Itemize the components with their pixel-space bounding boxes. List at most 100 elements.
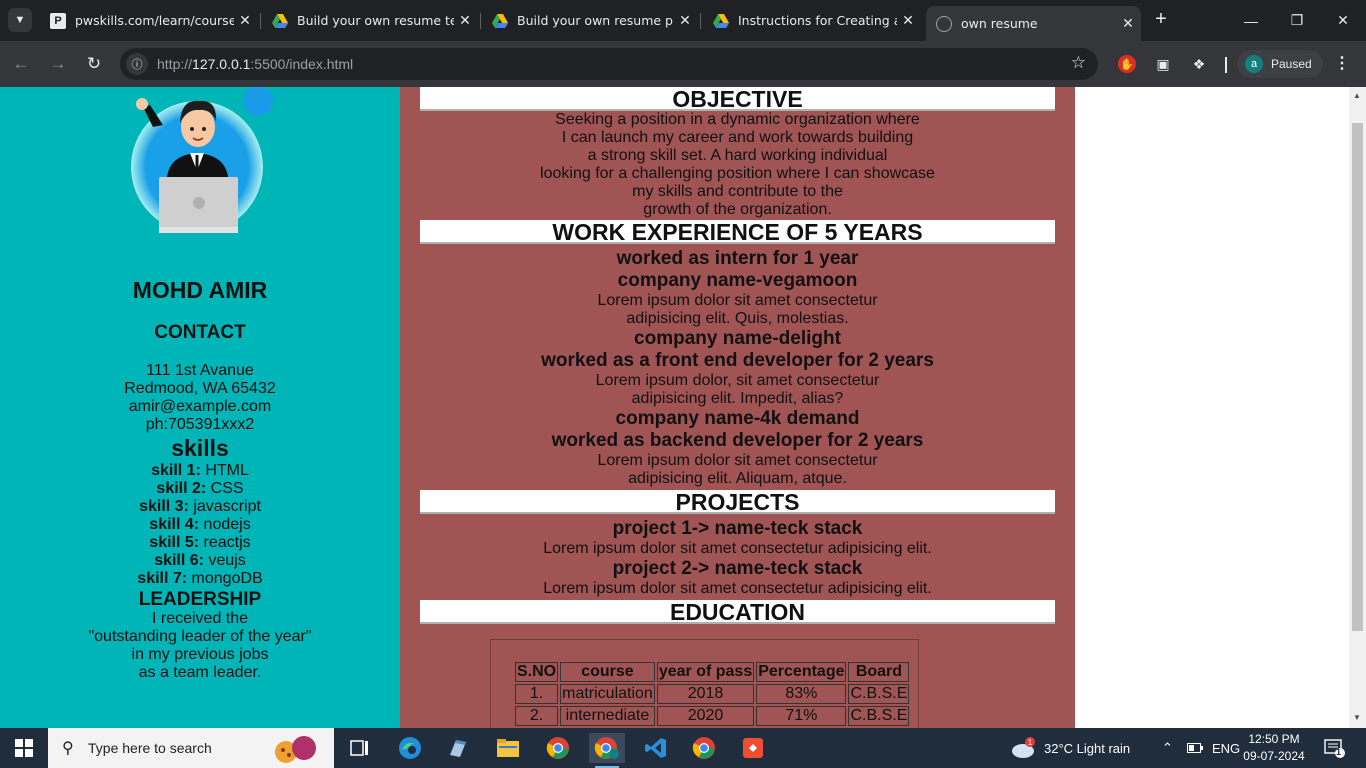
- objective-line: growth of the organization.: [643, 201, 832, 218]
- project-description: Lorem ipsum dolor sit amet consectetur a…: [543, 580, 932, 597]
- address-bar[interactable]: ⓘ http://127.0.0.1:5500/index.html ☆: [120, 48, 1098, 80]
- description-line: adipisicing elit. Quis, molestias.: [626, 310, 849, 327]
- input-language[interactable]: ENG: [1212, 728, 1240, 768]
- chevron-down-icon: ▼: [14, 14, 26, 26]
- back-button[interactable]: ←: [8, 51, 34, 77]
- restore-button[interactable]: ❐: [1274, 0, 1320, 41]
- leadership-line: as a team leader.: [138, 664, 262, 681]
- google-drive-icon: [272, 13, 288, 28]
- tab-separator: [260, 13, 261, 29]
- arrow-right-icon: →: [49, 54, 67, 73]
- table-header-row: S.NO course year of pass Percentage Boar…: [515, 662, 910, 682]
- reload-icon: ↻: [86, 54, 102, 73]
- project-title: project 2-> name-teck stack: [612, 558, 863, 579]
- adblock-extension-icon[interactable]: ✋: [1118, 55, 1136, 73]
- arrow-left-icon: ←: [12, 54, 30, 73]
- objective-line: Seeking a position in a dynamic organiza…: [555, 111, 920, 128]
- chevron-up-icon: ⌃: [1162, 740, 1173, 755]
- toolbar-divider: [1225, 57, 1227, 73]
- resume-main: OBJECTIVE Seeking a position in a dynami…: [400, 87, 1075, 728]
- window-close-button[interactable]: ✕: [1320, 0, 1366, 41]
- job-role: worked as a front end developer for 2 ye…: [541, 350, 934, 371]
- clock-time: 12:50 PM: [1248, 732, 1300, 746]
- table-cell: C.B.S.E: [848, 706, 910, 726]
- tab-title: Build your own resume temp: [297, 13, 454, 28]
- description-line: Lorem ipsum dolor sit amet consectetur: [597, 452, 878, 469]
- objective-text: Seeking a position in a dynamic organiza…: [400, 111, 1075, 219]
- skill-item: skill 1: HTML: [151, 462, 249, 479]
- media-control-icon[interactable]: ▣: [1152, 53, 1174, 75]
- scroll-down-icon[interactable]: ▼: [1353, 713, 1361, 722]
- profile-avatar: a: [1245, 55, 1263, 73]
- notepad-app-icon[interactable]: [440, 733, 476, 763]
- tab-resume-template[interactable]: Build your own resume temp ✕: [262, 6, 478, 35]
- git-app-icon[interactable]: [735, 733, 771, 763]
- vscode-icon[interactable]: [638, 733, 674, 763]
- tab-instructions[interactable]: Instructions for Creating and ✕: [703, 6, 921, 35]
- url-domain: 127.0.0.1: [192, 56, 251, 72]
- skill-item: skill 4: nodejs: [149, 516, 251, 533]
- table-cell: 2018: [656, 684, 755, 704]
- job-description: Lorem ipsum dolor sit amet consectetur a…: [400, 452, 1075, 488]
- weather-cloud-icon: 1: [1012, 737, 1035, 758]
- start-button[interactable]: [0, 728, 48, 768]
- forward-button[interactable]: →: [45, 51, 71, 77]
- close-icon[interactable]: ✕: [454, 12, 476, 29]
- objective-line: a strong skill set. A hard working indiv…: [587, 147, 888, 164]
- close-icon[interactable]: ✕: [674, 12, 696, 29]
- notification-center-icon[interactable]: 1: [1324, 728, 1346, 768]
- project-description: Lorem ipsum dolor sit amet consectetur a…: [543, 540, 932, 557]
- address-line: Redmood, WA 65432: [124, 380, 276, 397]
- tab-resume-project[interactable]: Build your own resume proje ✕: [482, 6, 698, 35]
- tab-own-resume[interactable]: own resume ✕: [926, 6, 1141, 41]
- search-placeholder: Type here to search: [88, 740, 212, 756]
- show-hidden-icons[interactable]: ⌃: [1162, 728, 1173, 768]
- scrollbar-thumb[interactable]: [1352, 123, 1363, 631]
- profile-button[interactable]: a Paused: [1237, 50, 1323, 78]
- contact-heading: CONTACT: [154, 322, 246, 343]
- battery-icon[interactable]: [1187, 728, 1203, 768]
- weather-widget[interactable]: 1 32°C Light rain: [1010, 728, 1130, 768]
- objective-heading: OBJECTIVE: [420, 87, 1055, 111]
- globe-icon: [936, 15, 952, 32]
- reload-button[interactable]: ↻: [81, 51, 107, 77]
- tab-title: Build your own resume proje: [517, 13, 674, 28]
- more-menu-icon[interactable]: ⋮: [1334, 53, 1350, 73]
- address-line: 111 1st Avanue: [146, 362, 254, 379]
- minimize-button[interactable]: —: [1228, 0, 1274, 41]
- skill-item: skill 3: javascript: [139, 498, 261, 515]
- column-header: course: [560, 662, 655, 682]
- chrome-secondary-icon[interactable]: [686, 733, 722, 763]
- tab-search-button[interactable]: ▼: [8, 8, 32, 32]
- url-text[interactable]: http://127.0.0.1:5500/index.html: [157, 56, 353, 72]
- close-icon[interactable]: ✕: [234, 12, 256, 29]
- page-scrollbar[interactable]: ▲ ▼: [1349, 87, 1366, 728]
- job-description: Lorem ipsum dolor sit amet consectetur a…: [400, 292, 1075, 328]
- url-scheme: http://: [157, 56, 193, 72]
- chrome-profile-icon[interactable]: [589, 733, 625, 768]
- description-line: adipisicing elit. Impedit, alias?: [631, 390, 844, 407]
- close-icon[interactable]: ✕: [1117, 15, 1139, 32]
- close-icon[interactable]: ✕: [897, 12, 919, 29]
- search-icon: ⚲: [62, 740, 74, 757]
- table-row: 1. matriculation 2018 83% C.B.S.E: [515, 684, 910, 704]
- new-tab-button[interactable]: +: [1150, 8, 1172, 32]
- system-clock[interactable]: 12:50 PM 09-07-2024: [1242, 731, 1306, 765]
- tab-pwskills[interactable]: P pwskills.com/learn/course/fu ✕: [40, 6, 258, 35]
- file-explorer-icon[interactable]: [490, 733, 526, 763]
- scroll-up-icon[interactable]: ▲: [1353, 91, 1361, 100]
- table-cell: internediate: [560, 706, 655, 726]
- table-cell: C.B.S.E: [848, 684, 910, 704]
- bookmark-star-icon[interactable]: ☆: [1071, 53, 1086, 73]
- site-info-icon[interactable]: ⓘ: [126, 53, 148, 75]
- skill-item: skill 6: veujs: [154, 552, 246, 569]
- edge-browser-icon[interactable]: [392, 733, 428, 763]
- google-drive-icon: [713, 13, 729, 28]
- tab-title: pwskills.com/learn/course/fu: [75, 13, 234, 28]
- task-view-icon[interactable]: [342, 733, 378, 763]
- extensions-puzzle-icon[interactable]: ❖: [1188, 53, 1210, 75]
- description-line: Lorem ipsum dolor sit amet consectetur: [597, 292, 878, 309]
- chrome-icon[interactable]: [540, 733, 576, 763]
- job-description: Lorem ipsum dolor, sit amet consectetur …: [400, 372, 1075, 408]
- taskbar-search[interactable]: ⚲ Type here to search: [48, 728, 334, 768]
